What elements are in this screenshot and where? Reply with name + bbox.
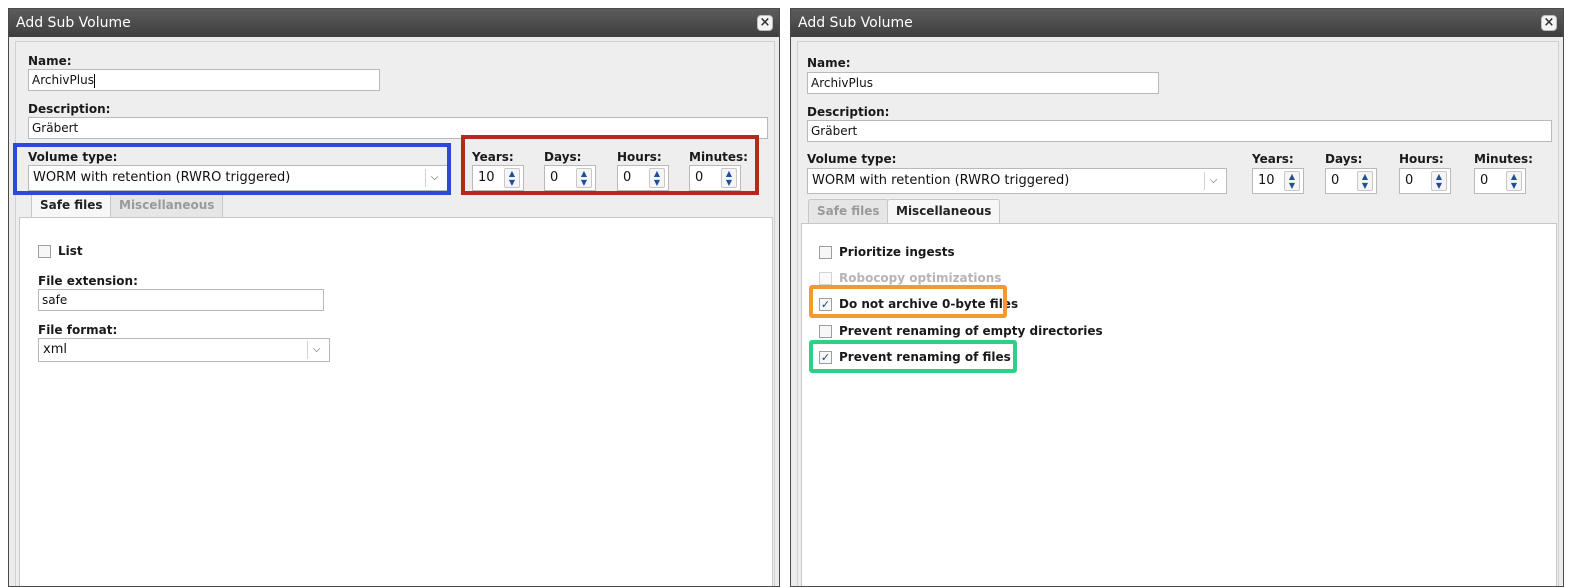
hours-label: Hours: [1399, 152, 1444, 166]
days-value: 0 [1331, 173, 1340, 188]
file-extension-input[interactable]: safe [38, 289, 324, 311]
file-format-select[interactable]: xml ⌵ [38, 338, 330, 362]
tab-safe-files[interactable]: Safe files [31, 193, 112, 217]
robocopy-optimizations-label: Robocopy optimizations [839, 271, 1002, 285]
description-label: Description: [807, 105, 890, 119]
list-label: List [58, 244, 83, 258]
spinner-arrows-icon[interactable]: ▲ ▼ [1284, 171, 1300, 191]
zero-byte-highlight [809, 285, 1007, 318]
close-icon[interactable]: × [1541, 15, 1557, 31]
description-input[interactable]: Gräbert [807, 120, 1552, 142]
prioritize-ingests-checkbox[interactable] [819, 246, 832, 259]
add-sub-volume-dialog-left: Add Sub Volume × Name: ArchivPlus Descri… [8, 8, 780, 587]
volume-type-highlight [13, 143, 451, 195]
minutes-value: 0 [1480, 173, 1489, 188]
hours-value: 0 [1405, 173, 1414, 188]
description-label: Description: [28, 102, 111, 116]
file-format-label: File format: [38, 323, 118, 337]
volume-type-label: Volume type: [807, 152, 897, 166]
tab-miscellaneous[interactable]: Miscellaneous [110, 193, 224, 217]
spinner-arrows-icon[interactable]: ▲ ▼ [1431, 171, 1447, 191]
minutes-spinner[interactable]: 0 ▲ ▼ [1474, 168, 1526, 194]
days-label: Days: [1325, 152, 1363, 166]
close-icon[interactable]: × [757, 15, 773, 31]
dialog-titlebar[interactable]: Add Sub Volume × [791, 9, 1563, 37]
chevron-down-icon: ⌵ [1204, 172, 1222, 190]
tab-miscellaneous[interactable]: Miscellaneous [887, 199, 1001, 223]
prevent-renaming-empty-dirs-checkbox[interactable] [819, 325, 832, 338]
name-input-value: ArchivPlus [811, 76, 873, 90]
days-spinner[interactable]: 0 ▲ ▼ [1325, 168, 1377, 194]
dialog-title: Add Sub Volume [798, 15, 913, 31]
name-input[interactable]: ArchivPlus [28, 69, 380, 91]
chevron-down-icon: ⌵ [307, 341, 325, 359]
spinner-arrows-icon[interactable]: ▲ ▼ [1506, 171, 1522, 191]
rename-files-highlight [809, 340, 1017, 373]
prevent-renaming-empty-dirs-label: Prevent renaming of empty directories [839, 324, 1103, 338]
robocopy-optimizations-checkbox [819, 272, 832, 285]
text-cursor [93, 73, 95, 88]
name-label: Name: [807, 56, 851, 70]
prioritize-ingests-label: Prioritize ingests [839, 245, 955, 259]
name-input-value: ArchivPlus [32, 73, 94, 87]
years-value: 10 [1258, 173, 1275, 188]
volume-type-select[interactable]: WORM with retention (RWRO triggered) ⌵ [807, 168, 1227, 194]
minutes-label: Minutes: [1474, 152, 1533, 166]
tab-safe-files[interactable]: Safe files [808, 199, 889, 223]
name-input[interactable]: ArchivPlus [807, 72, 1159, 94]
name-label: Name: [28, 54, 72, 68]
miscellaneous-panel: Prioritize ingests Robocopy optimization… [801, 223, 1557, 586]
file-extension-value: safe [42, 293, 68, 307]
file-format-value: xml [43, 342, 67, 357]
description-input-value: Gräbert [32, 121, 79, 135]
add-sub-volume-dialog-right: Add Sub Volume × Name: ArchivPlus Descri… [790, 8, 1564, 587]
years-label: Years: [1252, 152, 1294, 166]
retention-highlight [461, 135, 759, 195]
safe-files-panel: List File extension: safe File format: x… [19, 217, 773, 586]
years-spinner[interactable]: 10 ▲ ▼ [1252, 168, 1304, 194]
file-extension-label: File extension: [38, 274, 138, 288]
dialog-titlebar[interactable]: Add Sub Volume × [9, 9, 779, 37]
list-checkbox[interactable] [38, 245, 51, 258]
description-input-value: Gräbert [811, 124, 858, 138]
hours-spinner[interactable]: 0 ▲ ▼ [1399, 168, 1451, 194]
volume-type-value: WORM with retention (RWRO triggered) [812, 173, 1070, 188]
spinner-arrows-icon[interactable]: ▲ ▼ [1357, 171, 1373, 191]
dialog-title: Add Sub Volume [16, 15, 131, 31]
